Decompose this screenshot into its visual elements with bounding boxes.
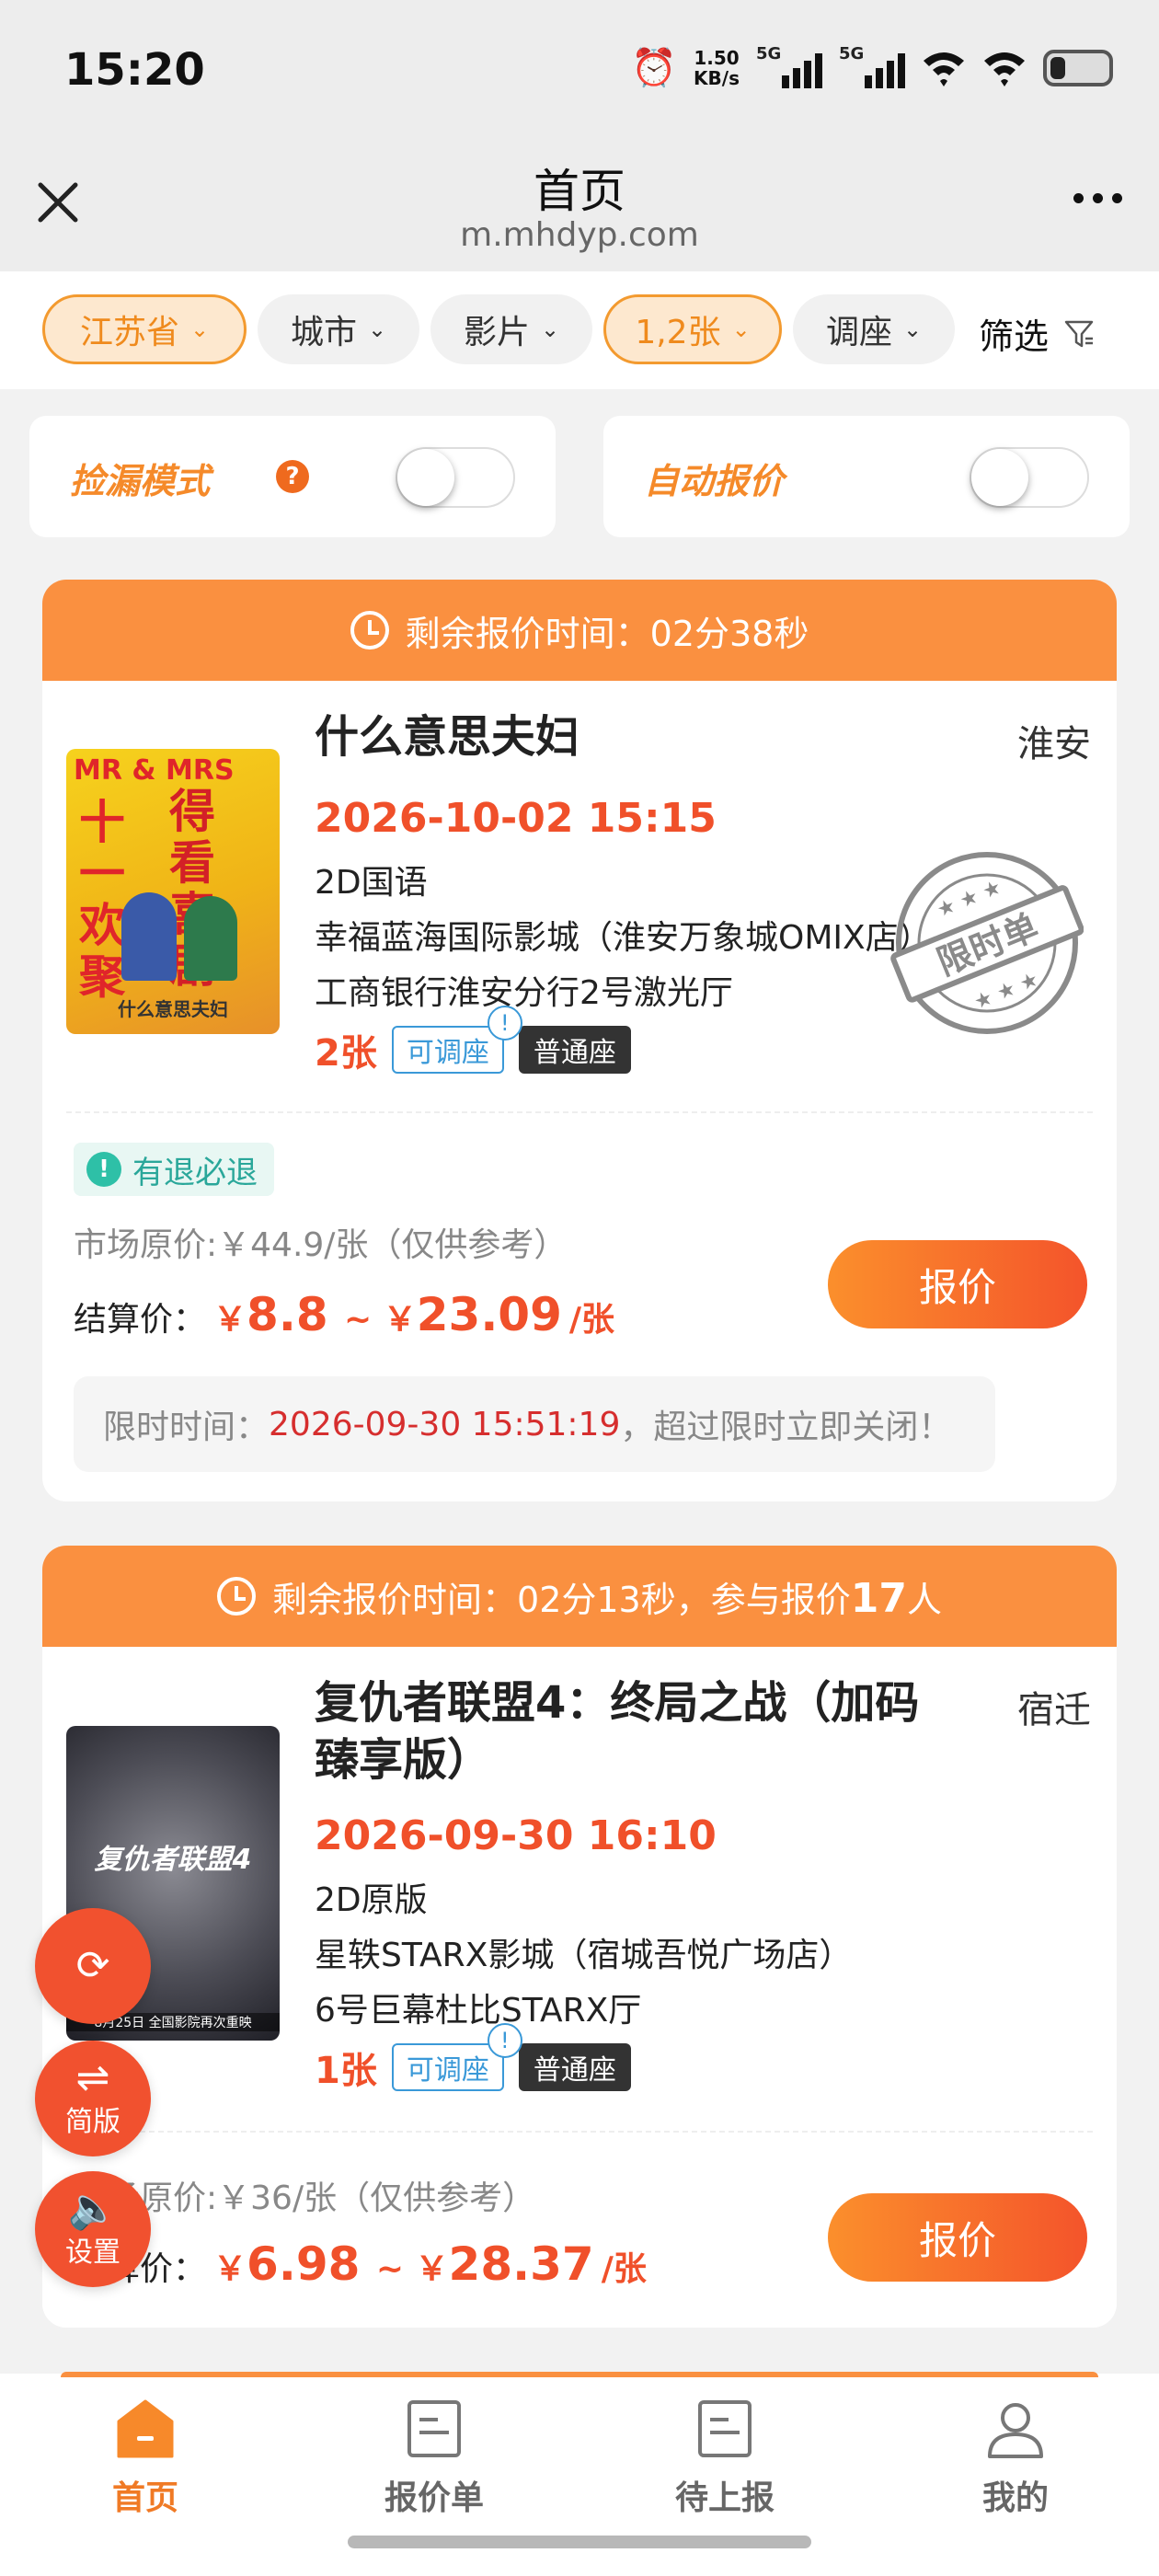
tab-pending[interactable]: 待上报 <box>633 2399 817 2519</box>
tab-home[interactable]: 首页 <box>53 2399 237 2519</box>
home-icon <box>117 2399 174 2458</box>
filter-tickets[interactable]: 1,2张 ⌄ <box>603 294 782 364</box>
seat-type-tag: 普通座 <box>518 2043 631 2091</box>
filter-bar: 江苏省 ⌄ 城市 ⌄ 影片 ⌄ 1,2张 ⌄ 调座 ⌄ 筛选 <box>0 271 1159 389</box>
clock-icon <box>350 611 389 650</box>
movie-poster[interactable]: MR & MRS 十一欢聚 得看喜剧 什么意思夫妇 <box>66 749 280 1034</box>
signal-icon: 5G <box>839 44 905 88</box>
settlement-price: 结算价： ￥8.8 ~ ￥23.09 /张 <box>74 1288 615 1341</box>
city-label: 淮安 <box>1017 723 1091 765</box>
divider <box>66 1111 1093 1113</box>
quote-button[interactable]: 报价 <box>828 2193 1087 2282</box>
home-indicator[interactable] <box>348 2536 811 2548</box>
pickup-mode-toggle[interactable] <box>396 447 515 508</box>
auto-quote-toggle[interactable] <box>970 447 1089 508</box>
hall-name: 6号巨幕杜比STARX厅 <box>315 1992 642 2030</box>
signal-icon: 5G <box>756 44 822 88</box>
cinema-name: 星轶STARX影城（宿城吾悦广场店） <box>315 1937 853 1974</box>
refund-badge: ! 有退必退 <box>74 1143 274 1196</box>
page-title: 首页 <box>534 165 625 218</box>
chevron-down-icon: ⌄ <box>367 316 387 342</box>
simple-view-button[interactable]: ⇌ 简版 <box>35 2041 151 2156</box>
pickup-mode-card: 捡漏模式 ? <box>29 416 556 537</box>
network-speed: 1.50 KB/s <box>694 46 740 89</box>
clock-icon <box>217 1577 256 1616</box>
document-icon <box>407 2400 461 2457</box>
filter-city[interactable]: 城市 ⌄ <box>258 294 419 364</box>
chevron-down-icon: ⌄ <box>902 316 923 342</box>
refresh-icon: ⟳ <box>75 1942 110 1989</box>
tab-mine[interactable]: 我的 <box>924 2399 1107 2519</box>
alarm-icon: ⏰ <box>631 47 678 89</box>
funnel-icon <box>1064 320 1094 347</box>
status-icons: ⏰ 1.50 KB/s 5G 5G <box>631 44 1113 89</box>
order-card: 剩余报价时间：02分38秒 MR & MRS 十一欢聚 得看喜剧 什么意思夫妇 … <box>42 580 1117 1501</box>
ticket-qty-row: 1张 可调座! 普通座 <box>315 2023 631 2094</box>
movie-title: 复仇者联盟4：终局之战（加码 臻享版） <box>315 1677 920 1786</box>
status-time: 15:20 <box>64 44 205 96</box>
divider <box>66 2131 1093 2133</box>
tab-quotes[interactable]: 报价单 <box>342 2399 526 2519</box>
pickup-mode-label: 捡漏模式 <box>70 461 211 501</box>
auto-quote-card: 自动报价 <box>603 416 1130 537</box>
quote-button[interactable]: 报价 <box>828 1240 1087 1328</box>
speaker-icon: 🔈 <box>67 2185 119 2232</box>
hall-name: 工商银行淮安分行2号激光厅 <box>315 974 733 1012</box>
limited-stamp-icon: 限时单 ★ ★ ★ ★ ★ ★ <box>890 852 1084 1034</box>
swap-icon: ⇌ <box>75 2054 110 2101</box>
movie-title: 什么意思夫妇 <box>315 711 580 763</box>
chevron-down-icon: ⌄ <box>540 316 560 342</box>
help-icon[interactable]: ? <box>276 460 309 493</box>
countdown-value: 02分38秒 <box>649 613 809 654</box>
film-format: 2D原版 <box>315 1881 428 1919</box>
more-icon[interactable] <box>1073 193 1122 203</box>
settlement-price: 结算价： ￥6.98 ~ ￥28.37 /张 <box>74 2237 647 2291</box>
next-card-peek <box>61 2372 1098 2377</box>
info-icon[interactable]: ! <box>487 1006 522 1041</box>
countdown-bar: 剩余报价时间：02分13秒，参与报价17人 <box>42 1546 1117 1647</box>
filter-province[interactable]: 江苏省 ⌄ <box>42 294 247 364</box>
wifi-icon <box>984 52 1025 86</box>
page-url: m.mhdyp.com <box>460 216 699 254</box>
info-icon: ! <box>86 1152 121 1187</box>
showtime: 2026-10-02 15:15 <box>315 795 717 842</box>
filter-button[interactable]: 筛选 <box>979 308 1095 359</box>
refresh-button[interactable]: ⟳ <box>35 1908 151 2024</box>
status-bar: 15:20 ⏰ 1.50 KB/s 5G 5G <box>0 0 1159 138</box>
document-icon <box>698 2400 752 2457</box>
countdown-bar: 剩余报价时间：02分38秒 <box>42 580 1117 681</box>
cinema-name: 幸福蓝海国际影城（淮安万象城OMIX店） <box>315 919 932 957</box>
battery-icon <box>1043 49 1113 86</box>
order-card: 剩余报价时间：02分13秒，参与报价17人 复仇者联盟4 8月25日 全国影院再… <box>42 1546 1117 2328</box>
chevron-down-icon: ⌄ <box>731 316 751 342</box>
settings-button[interactable]: 🔈 设置 <box>35 2171 151 2287</box>
info-icon[interactable]: ! <box>487 2023 522 2058</box>
wifi-icon <box>924 52 964 86</box>
deadline-notice: 限时时间： 2026-09-30 15:51:19 ，超过限时立即关闭！ <box>74 1376 995 1472</box>
filter-film[interactable]: 影片 ⌄ <box>430 294 592 364</box>
ticket-qty: 2张 <box>315 1032 377 1075</box>
film-format: 2D国语 <box>315 864 428 902</box>
market-price: 市场原价:￥44.9/张（仅供参考） <box>74 1226 568 1264</box>
seat-type-tag: 普通座 <box>518 1026 631 1074</box>
adjustable-seat-tag: 可调座! <box>391 2023 522 2091</box>
ticket-qty: 1张 <box>315 2050 377 2092</box>
auto-quote-label: 自动报价 <box>644 461 785 501</box>
user-icon <box>988 2403 1043 2458</box>
chevron-down-icon: ⌄ <box>189 316 210 342</box>
filter-seat[interactable]: 调座 ⌄ <box>793 294 955 364</box>
adjustable-seat-tag: 可调座! <box>391 1006 522 1074</box>
header: 首页 m.mhdyp.com <box>0 138 1159 271</box>
showtime: 2026-09-30 16:10 <box>315 1812 717 1859</box>
ticket-qty-row: 2张 可调座! 普通座 <box>315 1006 631 1076</box>
city-label: 宿迁 <box>1017 1689 1091 1731</box>
